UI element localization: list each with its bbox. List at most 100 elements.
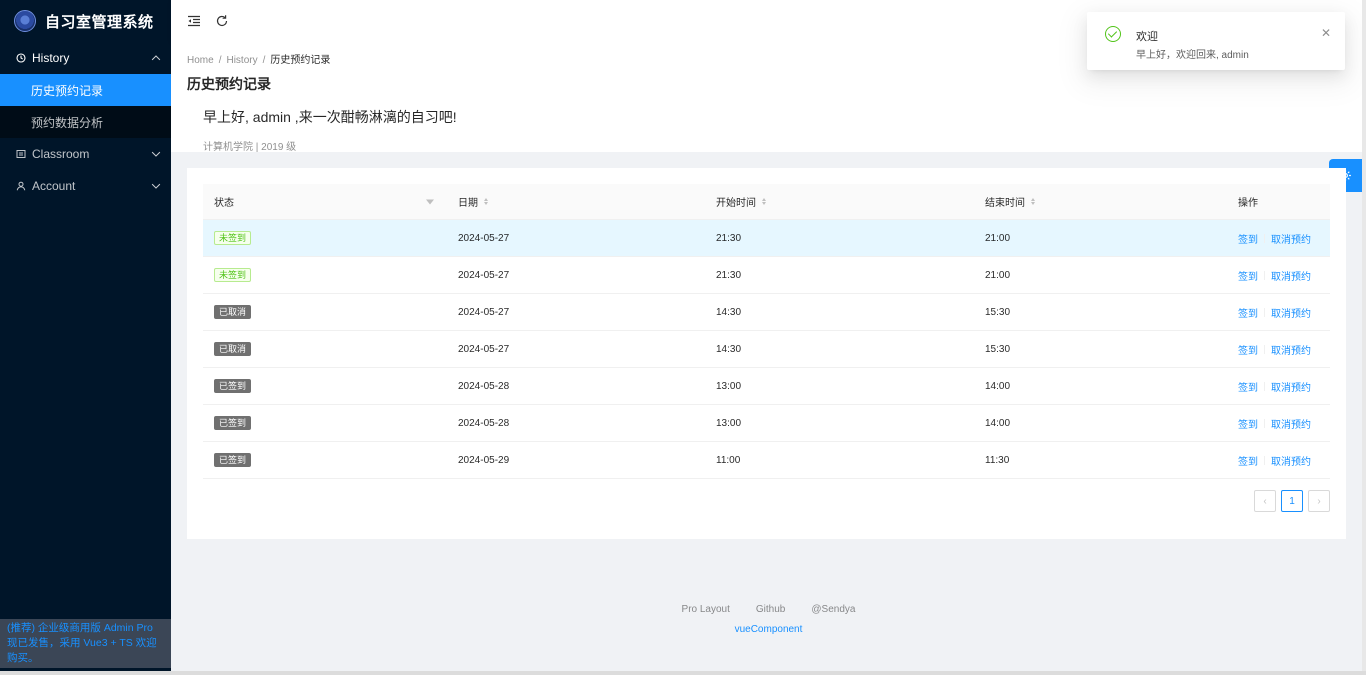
checkin-link[interactable]: 签到 [1238,342,1258,357]
history-icon [16,53,26,63]
actions-cell: 签到 取消预约 [1238,231,1330,246]
prev-page-button[interactable]: ‹ [1254,490,1276,512]
breadcrumb-home[interactable]: Home [187,55,214,66]
cancel-booking-link[interactable]: 取消预约 [1271,268,1311,283]
sidebar-item-history-records[interactable]: 历史预约记录 [0,74,171,106]
divider [1264,455,1265,465]
footer-link-author[interactable]: @Sendya [811,604,855,615]
cancel-booking-link[interactable]: 取消预约 [1271,416,1311,431]
column-end-time[interactable]: 结束时间 [969,194,1238,209]
welcome-notification: 欢迎 早上好，欢迎回来, admin ✕ [1087,12,1345,70]
start-time-cell: 13:00 [716,380,742,392]
cancel-booking-link[interactable]: 取消预约 [1271,231,1311,246]
checkin-link[interactable]: 签到 [1238,268,1258,283]
sidebar-item-label: 预约数据分析 [31,115,104,130]
start-time-cell: 14:30 [716,306,742,318]
sort-icon[interactable] [762,198,766,205]
status-cell: 已签到 [203,416,442,430]
logo[interactable]: 自习室管理系统 [0,0,171,42]
end-time-cell: 21:00 [985,269,1011,281]
sort-icon[interactable] [1031,198,1035,205]
status-badge: 已签到 [214,379,252,393]
greeting-text: 早上好, admin ,来一次酣畅淋漓的自习吧! [203,109,457,125]
notification-title: 欢迎 [1136,31,1158,43]
app-title: 自习室管理系统 [45,13,154,31]
scrollbar[interactable] [1362,0,1366,675]
cancel-booking-link[interactable]: 取消预约 [1271,379,1311,394]
actions-cell: 签到 取消预约 [1238,268,1330,283]
checkin-link[interactable]: 签到 [1238,231,1258,246]
status-cell: 未签到 [203,268,442,282]
breadcrumb-history[interactable]: History [226,55,257,66]
checkin-link[interactable]: 签到 [1238,453,1258,468]
records-card: 状态 日期 开始时间 结束时间 操作 未签到 2024-05-27 21:30 21:… [187,168,1346,539]
column-start-time[interactable]: 开始时间 [700,194,969,209]
footer-link-github[interactable]: Github [756,604,785,615]
status-badge: 未签到 [214,231,252,245]
start-time-cell: 21:30 [716,269,742,281]
table-row: 未签到 2024-05-27 21:30 21:00 签到 取消预约 [203,220,1330,257]
page-number[interactable]: 1 [1281,490,1303,512]
reload-icon[interactable] [215,14,229,28]
breadcrumb-current: 历史预约记录 [270,55,331,66]
actions-cell: 签到 取消预约 [1238,305,1330,320]
checkin-link[interactable]: 签到 [1238,379,1258,394]
end-time-cell: 15:30 [985,306,1011,318]
divider [1264,270,1265,280]
sidebar-item-classroom[interactable]: Classroom [0,138,171,170]
close-icon[interactable]: ✕ [1321,26,1331,40]
end-time-cell: 14:00 [985,417,1011,429]
footer-links: Pro Layout Github @Sendya [171,604,1366,615]
next-page-button[interactable]: › [1308,490,1330,512]
date-cell: 2024-05-27 [458,232,510,244]
start-time-cell: 21:30 [716,232,742,244]
notification-description: 早上好，欢迎回来, admin [1136,50,1249,61]
end-time-cell: 15:30 [985,343,1011,355]
table-body: 未签到 2024-05-27 21:30 21:00 签到 取消预约 未签到 2024-05-… [203,220,1330,479]
date-cell: 2024-05-28 [458,380,510,392]
status-badge: 已签到 [214,416,252,430]
sidebar-item-booking-analysis[interactable]: 预约数据分析 [0,106,171,138]
sidebar-item-label: Account [32,179,76,193]
divider [1264,344,1265,354]
chevron-down-icon [151,180,161,189]
footer-component-text: vueComponent [734,624,803,635]
chevron-down-icon [151,148,161,157]
user-info: 计算机学院 | 2019 级 [203,142,297,153]
filter-icon[interactable] [426,199,434,204]
divider [1264,418,1265,428]
sidebar-item-account[interactable]: Account [0,170,171,202]
date-cell: 2024-05-28 [458,417,510,429]
status-cell: 已取消 [203,342,442,356]
checkin-link[interactable]: 签到 [1238,305,1258,320]
column-date[interactable]: 日期 [442,194,700,209]
footer-link-pro-layout[interactable]: Pro Layout [682,604,730,615]
sort-icon[interactable] [484,198,488,205]
actions-cell: 签到 取消预约 [1238,342,1330,357]
menu-fold-icon[interactable] [187,14,201,28]
status-badge: 未签到 [214,268,252,282]
checkin-link[interactable]: 签到 [1238,416,1258,431]
cancel-booking-link[interactable]: 取消预约 [1271,305,1311,320]
status-badge: 已取消 [214,342,252,356]
history-submenu: 历史预约记录 预约数据分析 [0,74,171,138]
status-badge: 已签到 [214,453,252,467]
table-row: 已签到 2024-05-29 11:00 11:30 签到 取消预约 [203,442,1330,479]
classroom-icon [16,150,26,158]
divider [1264,307,1265,317]
check-circle-icon [1105,26,1121,42]
cancel-booking-link[interactable]: 取消预约 [1271,453,1311,468]
end-time-cell: 11:30 [985,454,1010,466]
sidebar-item-label: History [32,51,70,65]
logo-icon [14,10,36,32]
status-cell: 未签到 [203,231,442,245]
cancel-booking-link[interactable]: 取消预约 [1271,342,1311,357]
actions-cell: 签到 取消预约 [1238,379,1330,394]
records-table: 状态 日期 开始时间 结束时间 操作 未签到 2024-05-27 21:30 21:… [203,184,1330,479]
promo-banner[interactable]: (推荐) 企业级商用版 Admin Pro 现已发售，采用 Vue3 + TS … [0,619,171,668]
table-row: 已取消 2024-05-27 14:30 15:30 签到 取消预约 [203,331,1330,368]
sidebar-item-history[interactable]: History [0,42,171,74]
date-cell: 2024-05-29 [458,454,510,466]
user-icon [16,181,26,191]
status-cell: 已签到 [203,379,442,393]
